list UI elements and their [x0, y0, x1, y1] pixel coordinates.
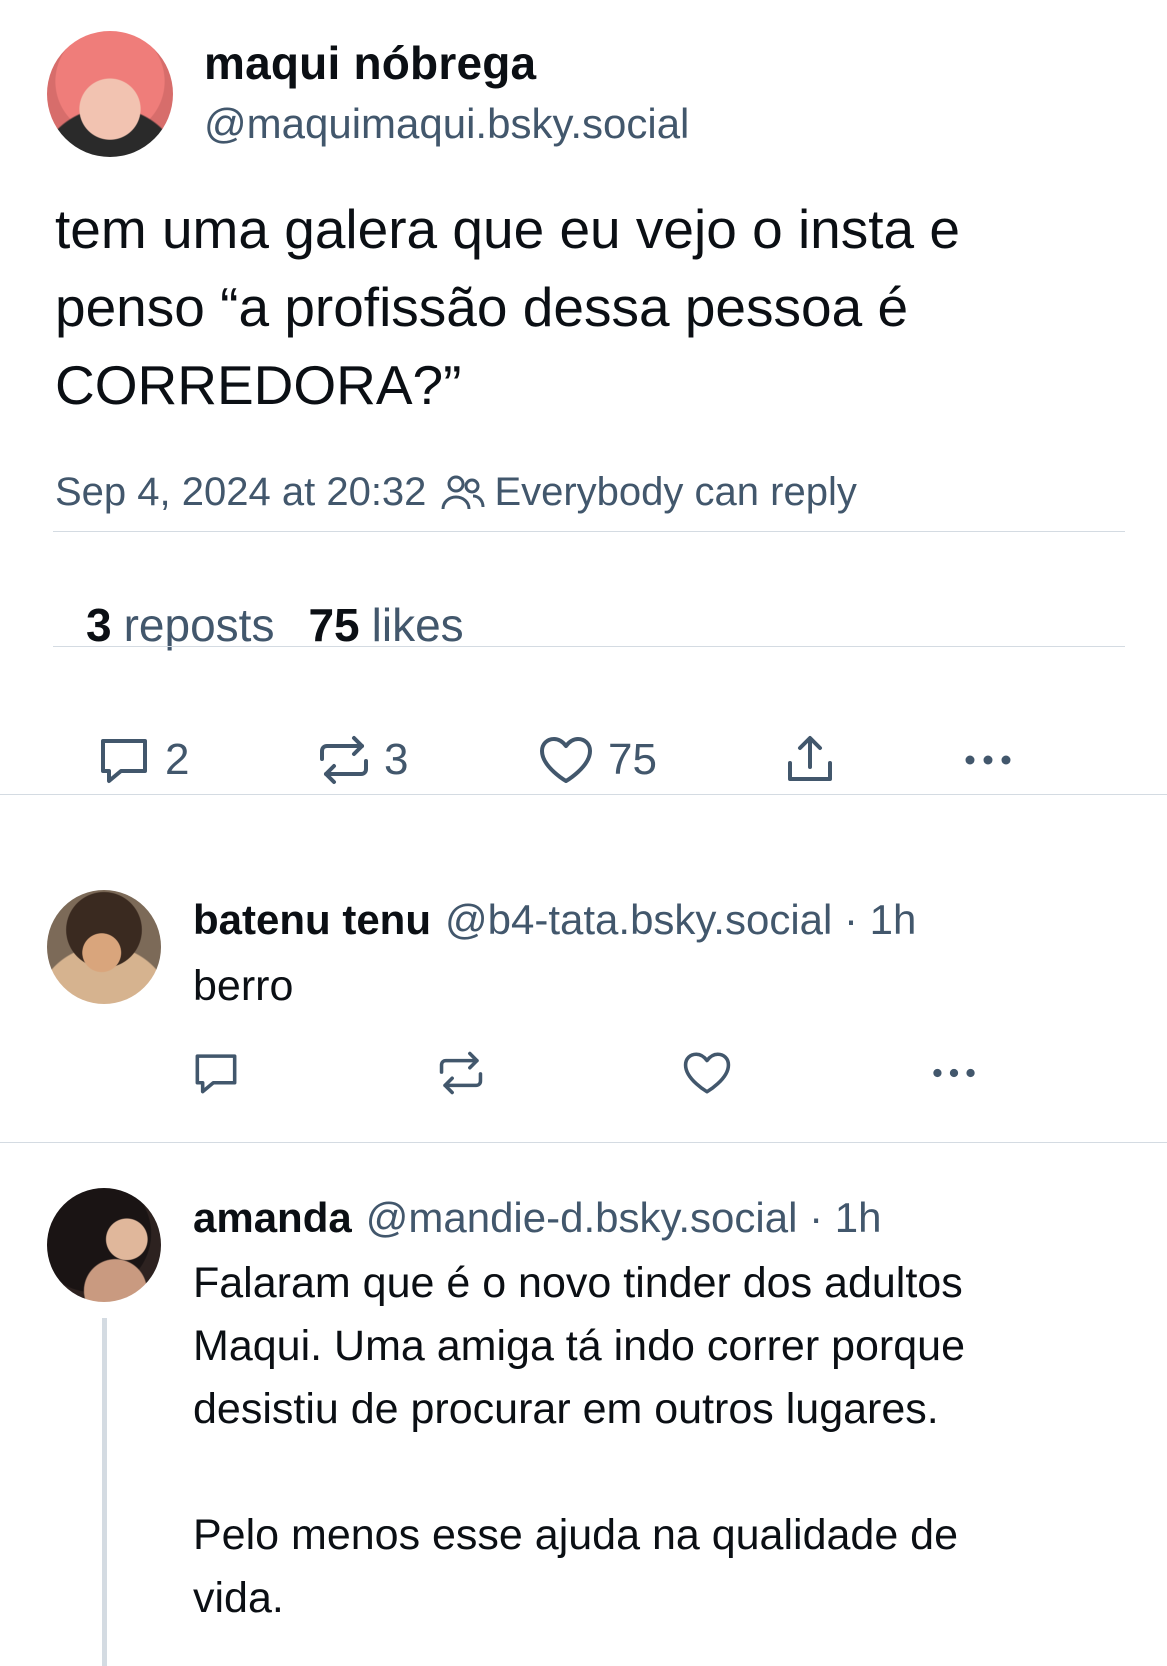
- reply-meta: @b4-tata.bsky.social · 1h: [445, 896, 917, 943]
- repost-icon: [439, 1051, 483, 1095]
- reply-display-name[interactable]: batenu tenu: [193, 896, 431, 943]
- repost-button[interactable]: 3: [318, 735, 408, 785]
- reply-display-name[interactable]: amanda: [193, 1194, 352, 1241]
- thread-line: [102, 1318, 107, 1666]
- more-options-button[interactable]: [962, 735, 1014, 785]
- likes-count: 75: [308, 599, 360, 651]
- post-stats: 3 reposts 75 likes: [86, 598, 498, 652]
- like-count: 75: [608, 735, 657, 784]
- reposts-stat[interactable]: 3 reposts: [86, 598, 274, 652]
- likes-label: likes: [371, 599, 464, 651]
- thread-view: maqui nóbrega @maquimaqui.bsky.social te…: [0, 0, 1167, 1666]
- more-icon: [965, 755, 1011, 765]
- share-icon: [788, 736, 832, 781]
- more-icon: [933, 1068, 975, 1078]
- reply-count: 2: [165, 735, 190, 784]
- reply-avatar[interactable]: [47, 1188, 161, 1302]
- repost-icon: [320, 736, 368, 784]
- likes-stat[interactable]: 75 likes: [308, 598, 463, 652]
- reply-icon: [101, 739, 147, 783]
- reply-text: Falaram que é o novo tinder dos adultos …: [193, 1259, 965, 1622]
- post-action-bar: 2 3 75: [0, 735, 1167, 795]
- reply-button[interactable]: 2: [97, 735, 189, 785]
- repost-count: 3: [384, 735, 409, 784]
- heart-icon: [540, 737, 592, 783]
- more-options-button[interactable]: [928, 1050, 980, 1096]
- reply-button[interactable]: [192, 1050, 240, 1096]
- reply-action-bar: [0, 1050, 1167, 1100]
- like-button[interactable]: 75: [538, 735, 657, 785]
- post-meta: Sep 4, 2024 at 20:32 Everybody can reply: [55, 470, 857, 515]
- post-text: tem uma galera que eu vejo o insta e pen…: [55, 198, 961, 416]
- post-timestamp: Sep 4, 2024 at 20:32: [55, 470, 427, 514]
- author-handle[interactable]: @maquimaqui.bsky.social: [204, 100, 689, 148]
- people-icon: [441, 475, 485, 509]
- author-display-name[interactable]: maqui nóbrega: [204, 36, 536, 90]
- reply-header: amanda @mandie-d.bsky.social · 1h: [193, 1194, 881, 1242]
- divider: [0, 794, 1167, 795]
- reposts-label: reposts: [123, 599, 275, 651]
- reply-setting[interactable]: Everybody can reply: [494, 470, 856, 515]
- reply-header: batenu tenu @b4-tata.bsky.social · 1h: [193, 896, 916, 944]
- share-button[interactable]: [785, 735, 835, 785]
- author-avatar[interactable]: [47, 31, 173, 157]
- repost-button[interactable]: [438, 1050, 484, 1096]
- reply-icon: [195, 1054, 237, 1094]
- reply-avatar[interactable]: [47, 890, 161, 1004]
- reply-meta: @mandie-d.bsky.social · 1h: [365, 1194, 882, 1241]
- heart-icon: [683, 1052, 731, 1094]
- reposts-count: 3: [86, 599, 112, 651]
- reply-text: berro: [193, 962, 294, 1010]
- divider: [0, 1142, 1167, 1143]
- like-button[interactable]: [682, 1050, 732, 1096]
- divider: [53, 531, 1125, 532]
- divider: [53, 646, 1125, 647]
